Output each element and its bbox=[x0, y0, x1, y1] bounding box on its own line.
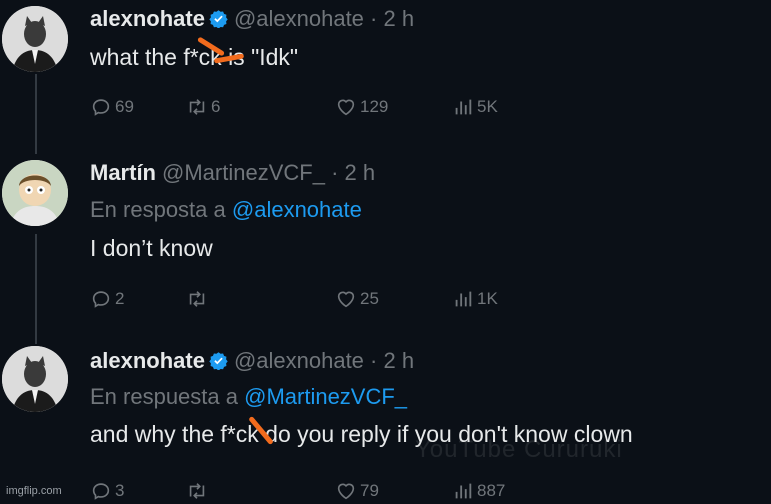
retweet-button[interactable] bbox=[186, 288, 211, 310]
like-button[interactable]: 129 bbox=[335, 96, 388, 118]
views-icon bbox=[455, 99, 472, 115]
thread-line bbox=[35, 74, 37, 154]
tweet-header: Martín @MartinezVCF_ · 2 h bbox=[90, 160, 761, 186]
watermark: YouTube Cururuki bbox=[415, 436, 623, 463]
tweet-header: alexnohate @alexnohate · 2 h bbox=[90, 6, 761, 32]
like-button[interactable]: 25 bbox=[335, 288, 379, 310]
retweet-icon bbox=[189, 483, 205, 499]
like-button[interactable]: 79 bbox=[335, 480, 379, 502]
mention-link[interactable]: @MartinezVCF_ bbox=[244, 384, 407, 409]
timestamp[interactable]: · 2 h bbox=[370, 6, 414, 31]
verified-badge-icon bbox=[209, 352, 228, 370]
replying-prefix: En respuesta a bbox=[90, 384, 245, 409]
views-icon bbox=[455, 291, 472, 307]
retweet-icon bbox=[189, 99, 205, 115]
display-name[interactable]: alexnohate bbox=[90, 348, 205, 373]
retweet-button[interactable]: 6 bbox=[186, 96, 220, 118]
like-count: 79 bbox=[360, 481, 379, 500]
reply-count: 69 bbox=[115, 97, 134, 116]
imgflip-watermark: imgflip.com bbox=[6, 485, 62, 497]
view-count: 887 bbox=[477, 481, 506, 500]
timestamp[interactable]: · 2 h bbox=[370, 348, 414, 373]
views-button[interactable]: 887 bbox=[452, 480, 505, 502]
avatar-image bbox=[2, 160, 68, 226]
reply-icon bbox=[92, 99, 110, 116]
reply-button[interactable]: 2 bbox=[90, 288, 124, 310]
display-name[interactable]: Martín bbox=[90, 160, 156, 185]
reply-icon bbox=[92, 291, 110, 308]
avatar[interactable] bbox=[2, 346, 68, 412]
reply-count: 2 bbox=[115, 289, 125, 308]
view-count: 1K bbox=[477, 289, 498, 308]
views-button[interactable]: 5K bbox=[452, 96, 498, 118]
reply-button[interactable]: 69 bbox=[90, 96, 134, 118]
heart-icon bbox=[337, 291, 355, 308]
display-name[interactable]: alexnohate bbox=[90, 6, 205, 31]
reply-count: 3 bbox=[115, 481, 125, 500]
replying-to: En respuesta a @MartinezVCF_ bbox=[90, 383, 761, 411]
replying-to: En resposta a @alexnohate bbox=[90, 196, 761, 224]
reply-icon bbox=[92, 483, 110, 500]
view-count: 5K bbox=[477, 97, 498, 116]
user-handle[interactable]: @alexnohate bbox=[234, 348, 364, 373]
mention-link[interactable]: @alexnohate bbox=[232, 197, 362, 222]
views-button[interactable]: 1K bbox=[452, 288, 498, 310]
tweet-text: what the f*ck is "Idk" bbox=[90, 44, 299, 70]
avatar[interactable] bbox=[2, 6, 68, 72]
thread-line bbox=[35, 234, 37, 344]
replying-prefix: En resposta a bbox=[90, 197, 232, 222]
timestamp[interactable]: · 2 h bbox=[331, 160, 375, 185]
avatar[interactable] bbox=[2, 160, 68, 226]
like-count: 129 bbox=[360, 97, 389, 116]
heart-icon bbox=[337, 99, 355, 116]
verified-badge-icon bbox=[209, 10, 228, 28]
user-handle[interactable]: @MartinezVCF_ bbox=[162, 160, 325, 185]
retweet-count: 6 bbox=[211, 97, 221, 116]
views-icon bbox=[455, 483, 472, 499]
retweet-icon bbox=[189, 291, 205, 307]
like-count: 25 bbox=[360, 289, 379, 308]
avatar-image bbox=[2, 6, 68, 72]
retweet-button[interactable] bbox=[186, 480, 211, 502]
reply-button[interactable]: 3 bbox=[90, 480, 124, 502]
user-handle[interactable]: @alexnohate bbox=[234, 6, 364, 31]
tweet-header: alexnohate @alexnohate · 2 h bbox=[90, 348, 761, 374]
heart-icon bbox=[337, 483, 355, 500]
tweet-text: I don’t know bbox=[90, 235, 213, 261]
avatar-image bbox=[2, 346, 68, 412]
